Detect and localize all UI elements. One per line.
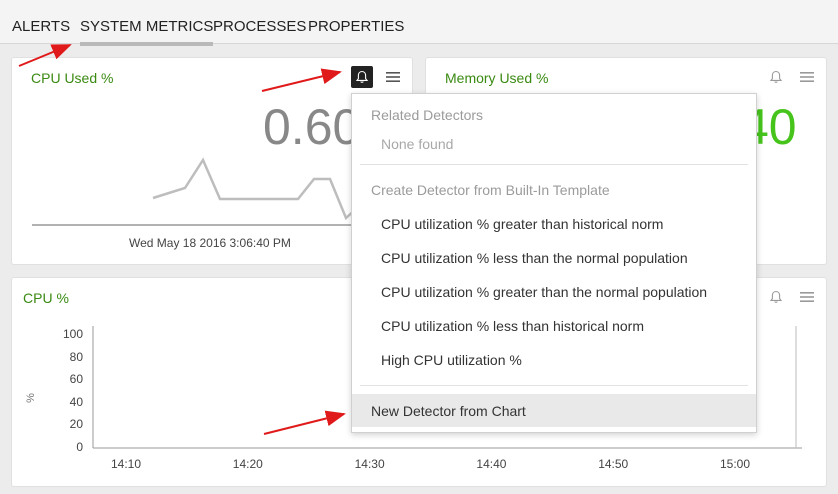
x-tick-label: 14:30 <box>354 457 385 471</box>
tab-bar: ALERTS SYSTEM METRICS PROCESSES PROPERTI… <box>0 0 838 46</box>
new-detector-from-chart[interactable]: New Detector from Chart <box>371 403 775 419</box>
template-option[interactable]: High CPU utilization % <box>381 352 785 368</box>
x-tick-label: 14:50 <box>598 457 629 471</box>
x-tick-label: 14:40 <box>476 457 507 471</box>
cpu-timestamp: Wed May 18 2016 3:06:40 PM <box>129 236 291 250</box>
y-tick-label: 0 <box>76 440 83 454</box>
template-option[interactable]: CPU utilization % greater than the norma… <box>381 284 785 300</box>
memory-menu-button[interactable] <box>796 66 818 88</box>
template-option[interactable]: CPU utilization % greater than historica… <box>381 216 785 232</box>
tab-properties[interactable]: PROPERTIES <box>308 18 404 35</box>
tab-processes[interactable]: PROCESSES <box>213 18 306 35</box>
y-tick-label: 20 <box>69 417 83 432</box>
x-tick-label: 14:20 <box>232 457 263 471</box>
none-found-text: None found <box>381 136 454 152</box>
detector-dropdown-menu: Related Detectors None found Create Dete… <box>351 93 757 433</box>
template-option[interactable]: CPU utilization % less than historical n… <box>381 318 785 334</box>
memory-used-title: Memory Used % <box>445 70 549 86</box>
y-tick-label: 60 <box>69 372 83 387</box>
dropdown-divider <box>360 164 748 165</box>
x-tick-label: 15:00 <box>720 457 751 471</box>
hamburger-icon <box>800 72 814 82</box>
related-detectors-header: Related Detectors <box>371 107 484 123</box>
template-header: Create Detector from Built-In Template <box>371 182 610 198</box>
tab-alerts[interactable]: ALERTS <box>12 18 70 35</box>
memory-bell-button[interactable] <box>765 66 787 88</box>
x-tick-label: 14:10 <box>111 457 142 471</box>
y-tick-label: 80 <box>69 349 83 364</box>
y-tick-label: 100 <box>62 327 83 341</box>
dropdown-divider <box>360 385 748 386</box>
template-option[interactable]: CPU utilization % less than the normal p… <box>381 250 785 266</box>
tab-system-metrics[interactable]: SYSTEM METRICS <box>80 18 214 46</box>
y-tick-label: 40 <box>69 394 83 409</box>
bell-icon <box>769 70 783 83</box>
